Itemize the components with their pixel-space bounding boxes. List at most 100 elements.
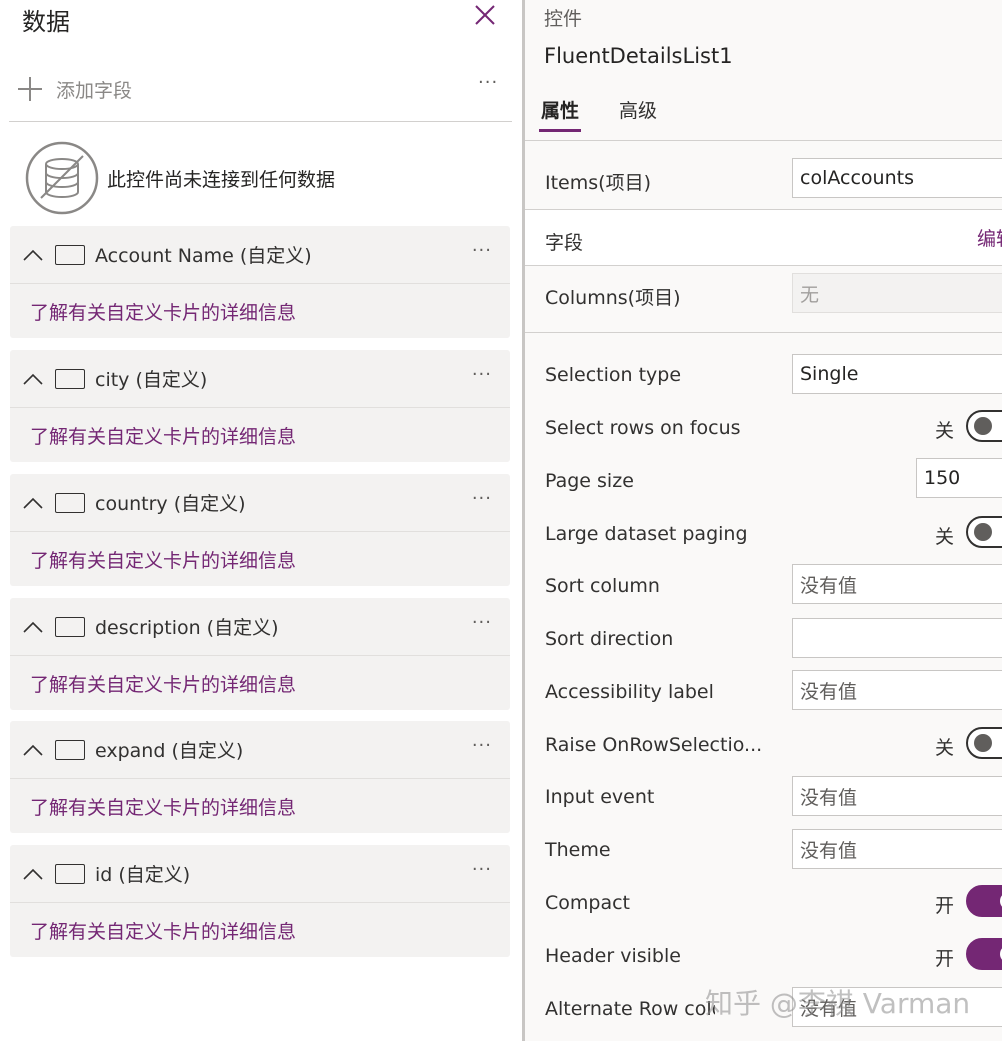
field-card: expand (自定义) ··· 了解有关自定义卡片的详细信息 xyxy=(10,721,510,833)
data-pane-title: 数据 xyxy=(22,8,70,36)
accessibility-label-input[interactable]: 没有值 xyxy=(792,670,1002,710)
close-icon[interactable] xyxy=(472,2,498,28)
add-field-button[interactable]: 添加字段 xyxy=(16,72,132,106)
input-event-input[interactable]: 没有值 xyxy=(792,776,1002,816)
compact-label: Compact xyxy=(545,892,630,914)
fields-label: 字段 xyxy=(545,232,584,254)
data-pane: 数据 添加字段 ··· 此控件尚未连接到任何数据 Account Name (自… xyxy=(0,0,522,1041)
alternate-row-color-label: Alternate Row color xyxy=(545,998,715,1020)
header-visible-label: Header visible xyxy=(545,945,681,967)
properties-pane: 控件 FluentDetailsList1 属性 高级 Items(项目) co… xyxy=(525,0,1002,1041)
field-name: id (自定义) xyxy=(95,864,191,886)
add-field-label: 添加字段 xyxy=(56,79,133,102)
no-data-notice: 此控件尚未连接到任何数据 xyxy=(25,141,335,215)
field-name: description (自定义) xyxy=(95,617,279,639)
field-more-icon[interactable]: ··· xyxy=(472,488,492,509)
chevron-up-icon[interactable] xyxy=(22,496,44,510)
chevron-up-icon[interactable] xyxy=(22,867,44,881)
selection-type-dropdown[interactable]: Single xyxy=(792,354,1002,394)
items-dropdown[interactable]: colAccounts xyxy=(792,158,1002,198)
select-rows-state: 关 xyxy=(935,420,955,442)
field-type-icon xyxy=(55,863,85,884)
toggle-knob xyxy=(974,417,992,435)
sort-direction-label: Sort direction xyxy=(545,628,674,650)
raise-onrowselection-state: 关 xyxy=(935,737,955,759)
chevron-up-icon[interactable] xyxy=(22,372,44,386)
select-rows-toggle[interactable] xyxy=(966,410,1002,442)
divider xyxy=(525,140,1002,141)
field-card-header[interactable]: city (自定义) ··· xyxy=(10,350,510,408)
more-options-icon[interactable]: ··· xyxy=(478,72,498,93)
section-label: 控件 xyxy=(544,8,583,30)
divider xyxy=(9,121,512,122)
sort-column-label: Sort column xyxy=(545,575,660,597)
large-paging-state: 关 xyxy=(935,526,955,548)
field-card: Account Name (自定义) ··· 了解有关自定义卡片的详细信息 xyxy=(10,226,510,338)
chevron-up-icon[interactable] xyxy=(22,248,44,262)
learn-more-link[interactable]: 了解有关自定义卡片的详细信息 xyxy=(30,546,296,573)
field-more-icon[interactable]: ··· xyxy=(472,859,492,880)
field-more-icon[interactable]: ··· xyxy=(472,612,492,633)
field-type-icon xyxy=(55,492,85,513)
field-name: expand (自定义) xyxy=(95,740,244,762)
items-label: Items(项目) xyxy=(545,172,651,194)
learn-more-link[interactable]: 了解有关自定义卡片的详细信息 xyxy=(30,422,296,449)
selection-type-label: Selection type xyxy=(545,364,682,386)
field-card-header[interactable]: id (自定义) ··· xyxy=(10,845,510,903)
field-type-icon xyxy=(55,244,85,265)
no-data-text: 此控件尚未连接到任何数据 xyxy=(107,168,336,191)
tab-properties[interactable]: 属性 xyxy=(539,96,582,132)
input-event-label: Input event xyxy=(545,786,655,808)
divider xyxy=(525,265,1002,266)
field-card-header[interactable]: expand (自定义) ··· xyxy=(10,721,510,779)
select-rows-label: Select rows on focus xyxy=(545,417,741,439)
field-card: id (自定义) ··· 了解有关自定义卡片的详细信息 xyxy=(10,845,510,957)
field-card: country (自定义) ··· 了解有关自定义卡片的详细信息 xyxy=(10,474,510,586)
learn-more-link[interactable]: 了解有关自定义卡片的详细信息 xyxy=(30,917,296,944)
field-more-icon[interactable]: ··· xyxy=(472,735,492,756)
chevron-up-icon[interactable] xyxy=(22,620,44,634)
raise-onrowselection-label: Raise OnRowSelectio... xyxy=(545,734,763,756)
large-paging-toggle[interactable] xyxy=(966,516,1002,548)
field-card-header[interactable]: country (自定义) ··· xyxy=(10,474,510,532)
theme-input[interactable]: 没有值 xyxy=(792,829,1002,869)
accessibility-label-label: Accessibility label xyxy=(545,681,714,703)
chevron-up-icon[interactable] xyxy=(22,743,44,757)
sort-direction-input[interactable] xyxy=(792,618,1002,658)
field-type-icon xyxy=(55,616,85,637)
edit-fields-link[interactable]: 编辑 xyxy=(977,224,1002,251)
field-name: Account Name (自定义) xyxy=(95,245,312,267)
theme-label: Theme xyxy=(545,839,611,861)
field-card: description (自定义) ··· 了解有关自定义卡片的详细信息 xyxy=(10,598,510,710)
columns-label: Columns(项目) xyxy=(545,287,681,309)
compact-state: 开 xyxy=(935,895,955,917)
learn-more-link[interactable]: 了解有关自定义卡片的详细信息 xyxy=(30,793,296,820)
divider xyxy=(525,332,1002,333)
field-card-header[interactable]: description (自定义) ··· xyxy=(10,598,510,656)
header-visible-toggle[interactable] xyxy=(966,938,1002,970)
tab-advanced[interactable]: 高级 xyxy=(617,96,659,132)
page-size-label: Page size xyxy=(545,470,634,492)
raise-onrowselection-toggle[interactable] xyxy=(966,727,1002,759)
learn-more-link[interactable]: 了解有关自定义卡片的详细信息 xyxy=(30,670,296,697)
field-more-icon[interactable]: ··· xyxy=(472,240,492,261)
control-name: FluentDetailsList1 xyxy=(544,44,733,68)
field-type-icon xyxy=(55,368,85,389)
page-size-input[interactable]: 150 xyxy=(916,458,1002,498)
field-more-icon[interactable]: ··· xyxy=(472,364,492,385)
field-card-header[interactable]: Account Name (自定义) ··· xyxy=(10,226,510,284)
database-disconnected-icon xyxy=(25,141,99,215)
field-name: city (自定义) xyxy=(95,369,208,391)
fields-row xyxy=(525,210,1002,265)
toggle-knob xyxy=(974,523,992,541)
alternate-row-color-input[interactable]: 没有值 xyxy=(792,987,1002,1027)
field-name: country (自定义) xyxy=(95,493,246,515)
plus-icon xyxy=(18,77,42,101)
learn-more-link[interactable]: 了解有关自定义卡片的详细信息 xyxy=(30,298,296,325)
toggle-knob xyxy=(974,734,992,752)
large-paging-label: Large dataset paging xyxy=(545,523,748,545)
property-tabs: 属性 高级 xyxy=(539,96,695,136)
compact-toggle[interactable] xyxy=(966,885,1002,917)
sort-column-input[interactable]: 没有值 xyxy=(792,564,1002,604)
field-card: city (自定义) ··· 了解有关自定义卡片的详细信息 xyxy=(10,350,510,462)
